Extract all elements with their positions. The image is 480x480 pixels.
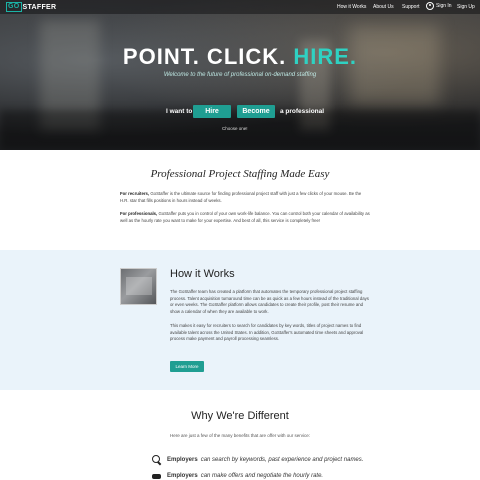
top-nav: GO STAFFER How it Works About Us Support… — [0, 0, 480, 14]
benefit-lead: Employers — [167, 473, 198, 479]
hero-title-highlight: HIRE. — [293, 44, 358, 69]
professionals-lead: For professionals, — [120, 211, 158, 216]
section-title-staffing: Professional Project Staffing Made Easy — [150, 168, 330, 180]
hire-button[interactable]: Hire — [193, 105, 231, 118]
how-it-works-paragraph-2: This makes it easy for recruiters to sea… — [170, 323, 364, 341]
nav-link-how-it-works[interactable]: How it Works — [337, 3, 366, 11]
how-it-works-section — [0, 250, 480, 390]
benefit-item: Employers can make offers and negotiate … — [152, 471, 323, 480]
benefit-item: Employers can search by keywords, past e… — [152, 455, 363, 465]
recruiters-lead: For recruiters, — [120, 191, 150, 196]
benefit-text: can make offers and negotiate the hourly… — [200, 473, 324, 479]
sign-up-link[interactable]: Sign Up — [457, 3, 475, 11]
nav-link-support[interactable]: Support — [402, 3, 420, 11]
benefit-lead: Employers — [167, 457, 198, 463]
benefit-text: can search by keywords, past experience … — [200, 457, 364, 463]
recruiters-paragraph: For recruiters, GoStaffer is the ultimat… — [120, 191, 370, 204]
hero-title-main: POINT. CLICK. — [122, 44, 294, 69]
handshake-icon — [152, 471, 162, 480]
why-different-subtitle: Here are just a few of the many benefits… — [170, 433, 310, 438]
become-button[interactable]: Become — [237, 105, 275, 118]
hero-subtitle: Welcome to the future of professional on… — [163, 72, 317, 78]
logo-go: GO — [6, 2, 22, 12]
logo-staffer: STAFFER — [22, 3, 57, 11]
how-it-works-title: How it Works — [170, 268, 235, 280]
i-want-to-label: I want to — [166, 108, 193, 115]
hero-title: POINT. CLICK. HIRE. — [0, 44, 480, 70]
a-professional-label: a professional — [280, 108, 325, 115]
office-image — [120, 268, 157, 305]
sign-in-label: Sign In — [436, 3, 452, 9]
logo[interactable]: GO STAFFER — [6, 2, 56, 12]
recruiters-text: GoStaffer is the ultimate source for fin… — [120, 191, 362, 203]
user-icon — [426, 2, 434, 10]
learn-more-button[interactable]: Learn More — [170, 361, 204, 372]
nav-link-about-us[interactable]: About Us — [373, 3, 394, 11]
why-different-title: Why We're Different — [191, 410, 289, 422]
search-icon — [152, 455, 162, 465]
sign-in-link[interactable]: Sign In — [426, 2, 452, 10]
choose-one-hint: Choose one! — [222, 126, 248, 131]
how-it-works-paragraph-1: The GoStaffer team has created a platfor… — [170, 289, 369, 314]
professionals-paragraph: For professionals, GoStaffer puts you in… — [120, 211, 370, 224]
professionals-text: GoStaffer puts you in control of your ow… — [120, 211, 370, 223]
